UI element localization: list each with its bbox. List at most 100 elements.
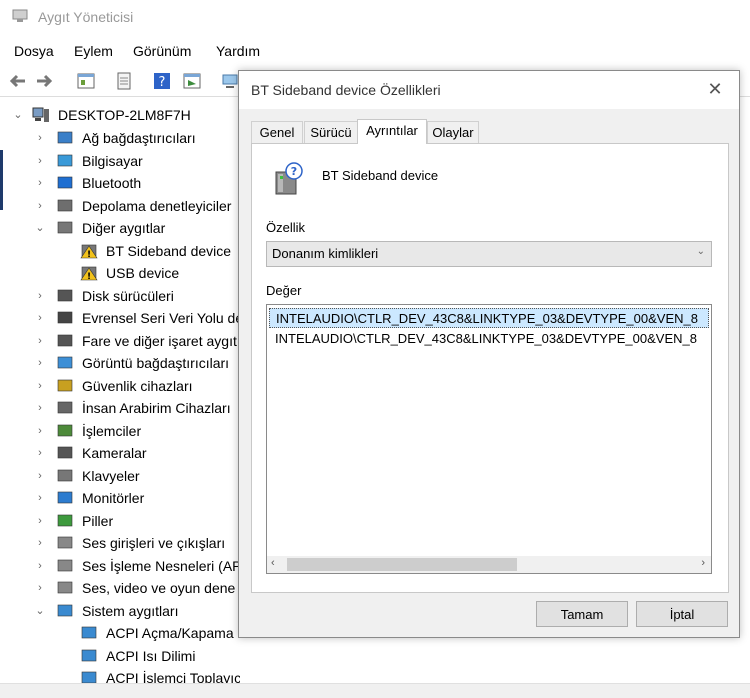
menu-gorunum[interactable]: Görünüm [133, 43, 191, 59]
ok-button[interactable]: Tamam [536, 601, 628, 627]
tab-ayrintilar[interactable]: Ayrıntılar [357, 119, 427, 144]
properties-view-icon[interactable] [76, 71, 96, 91]
tree-device-item[interactable]: ACPI Açma/Kapama Düğmesi [0, 622, 240, 644]
other-devices-icon [57, 221, 73, 234]
scroll-right-icon[interactable]: › [701, 557, 705, 569]
device-name: BT Sideband device [322, 168, 439, 183]
window-view-icon[interactable] [182, 71, 202, 91]
tree-item-label: Bluetooth [82, 175, 142, 191]
tree-category-item[interactable]: › Klavyeler [0, 465, 240, 487]
tree-category-item[interactable]: › İnsan Arabirim Cihazları [0, 397, 240, 419]
display-adapter-icon [57, 356, 73, 369]
chevron-right-icon[interactable]: › [34, 150, 46, 172]
device-tree[interactable]: ⌄ DESKTOP-2LM8F7H › Ağ bağdaştırıcıları › B… [0, 100, 240, 685]
camera-icon [57, 446, 73, 459]
chevron-right-icon[interactable]: › [34, 442, 46, 464]
tree-category-item[interactable]: › Görüntü bağdaştırıcıları [0, 352, 240, 374]
chevron-right-icon[interactable]: › [34, 127, 46, 149]
system-device-icon [81, 649, 97, 661]
bluetooth-icon [57, 176, 73, 189]
tree-item-label: Ses girişleri ve çıkışları [82, 535, 226, 551]
tree-device-item[interactable]: ACPI Isı Dilimi [0, 645, 240, 667]
document-icon[interactable] [114, 71, 134, 91]
tree-category-item[interactable]: › Ses İşleme Nesneleri (AP [0, 555, 240, 577]
disk-drive-icon [57, 289, 73, 301]
tree-root[interactable]: ⌄ DESKTOP-2LM8F7H [0, 104, 240, 126]
chevron-right-icon[interactable]: › [34, 487, 46, 509]
tree-item-label: Ağ bağdaştırıcıları [82, 130, 196, 146]
scroll-left-icon[interactable]: ‹ [271, 557, 275, 569]
value-list-item[interactable]: INTELAUDIO\CTLR_DEV_43C8&LINKTYPE_03&DEV… [269, 308, 709, 328]
tree-item-label: USB device [106, 265, 180, 281]
cancel-button[interactable]: İptal [636, 601, 728, 627]
chevron-right-icon[interactable]: › [34, 352, 46, 374]
tree-item-label: Evrensel Seri Veri Yolu de [82, 310, 240, 326]
chevron-right-icon[interactable]: › [34, 307, 46, 329]
security-device-icon [57, 379, 73, 391]
back-arrow-icon[interactable] [8, 71, 28, 91]
scrollbar-thumb[interactable] [287, 558, 517, 571]
speaker-icon [57, 536, 73, 549]
chevron-right-icon[interactable]: › [34, 195, 46, 217]
tree-item-label: Diğer aygıtlar [82, 220, 166, 236]
tree-category-item[interactable]: › Piller [0, 510, 240, 532]
chevron-right-icon[interactable]: › [34, 330, 46, 352]
scan-hardware-icon[interactable] [220, 71, 240, 91]
tab-genel[interactable]: Genel [251, 121, 303, 143]
tree-category-item[interactable]: › Bluetooth [0, 172, 240, 194]
value-list-item[interactable]: INTELAUDIO\CTLR_DEV_43C8&LINKTYPE_03&DEV… [269, 329, 709, 349]
tree-category-item[interactable]: › Disk sürücüleri [0, 285, 240, 307]
tree-item-label: Disk sürücüleri [82, 287, 174, 304]
main-horizontal-scrollbar[interactable] [0, 683, 750, 698]
forward-arrow-icon[interactable] [34, 71, 54, 91]
menu-yardim[interactable]: Yardım [216, 43, 260, 59]
tree-category-item[interactable]: › Ağ bağdaştırıcıları [0, 127, 240, 149]
chevron-down-icon[interactable]: ⌄ [12, 104, 24, 126]
computer-icon [32, 107, 49, 122]
tree-device-item[interactable]: ! USB device [0, 262, 240, 284]
help-icon[interactable]: ? [152, 71, 172, 91]
tree-category-item[interactable]: ⌄ Sistem aygıtları [0, 600, 240, 622]
value-list[interactable]: INTELAUDIO\CTLR_DEV_43C8&LINKTYPE_03&DEV… [266, 304, 712, 574]
system-device-icon [57, 604, 73, 616]
tab-olaylar[interactable]: Olaylar [427, 121, 479, 143]
tab-surucu[interactable]: Sürücü [304, 121, 358, 143]
tree-category-item[interactable]: ⌄ Diğer aygıtlar [0, 217, 240, 239]
menu-eylem[interactable]: Eylem [74, 43, 113, 59]
computer-icon [57, 154, 73, 166]
chevron-down-icon[interactable]: ⌄ [34, 600, 46, 622]
unknown-device-icon: ? [275, 162, 303, 195]
tree-category-item[interactable]: › Ses girişleri ve çıkışları [0, 532, 240, 554]
storage-controller-icon [57, 199, 73, 211]
chevron-right-icon[interactable]: › [34, 577, 46, 599]
chevron-right-icon[interactable]: › [34, 397, 46, 419]
chevron-right-icon[interactable]: › [34, 420, 46, 442]
device-manager-icon [12, 9, 28, 22]
chevron-right-icon[interactable]: › [34, 465, 46, 487]
tree-category-item[interactable]: › Monitörler [0, 487, 240, 509]
chevron-right-icon[interactable]: › [34, 532, 46, 554]
tree-item-label: Ses, video ve oyun dene [82, 580, 236, 596]
value-list-horizontal-scrollbar[interactable]: ‹ › [267, 556, 711, 573]
mouse-icon [57, 334, 73, 346]
tree-category-item[interactable]: › Kameralar [0, 442, 240, 464]
tree-category-item[interactable]: › Evrensel Seri Veri Yolu de [0, 307, 240, 329]
tree-device-item[interactable]: ! BT Sideband device [0, 240, 240, 262]
chevron-right-icon[interactable]: › [34, 510, 46, 532]
tree-category-item[interactable]: › Fare ve diğer işaret aygıt [0, 330, 240, 352]
property-select[interactable]: Donanım kimlikleri ⌄ [266, 241, 712, 267]
chevron-right-icon[interactable]: › [34, 172, 46, 194]
chevron-right-icon[interactable]: › [34, 555, 46, 577]
tree-category-item[interactable]: › Güvenlik cihazları [0, 375, 240, 397]
menu-dosya[interactable]: Dosya [14, 43, 54, 59]
tree-category-item[interactable]: › Bilgisayar [0, 150, 240, 172]
chevron-down-icon[interactable]: ⌄ [34, 217, 46, 239]
tree-category-item[interactable]: › Depolama denetleyiciler [0, 195, 240, 217]
close-icon[interactable]: ✕ [705, 79, 725, 99]
tree-category-item[interactable]: › İşlemciler [0, 420, 240, 442]
speaker-icon [57, 559, 73, 571]
tree-category-item[interactable]: › Ses, video ve oyun dene [0, 577, 240, 599]
chevron-right-icon[interactable]: › [34, 285, 46, 307]
tree-item-label: Fare ve diğer işaret aygıt [82, 332, 237, 349]
chevron-right-icon[interactable]: › [34, 375, 46, 397]
